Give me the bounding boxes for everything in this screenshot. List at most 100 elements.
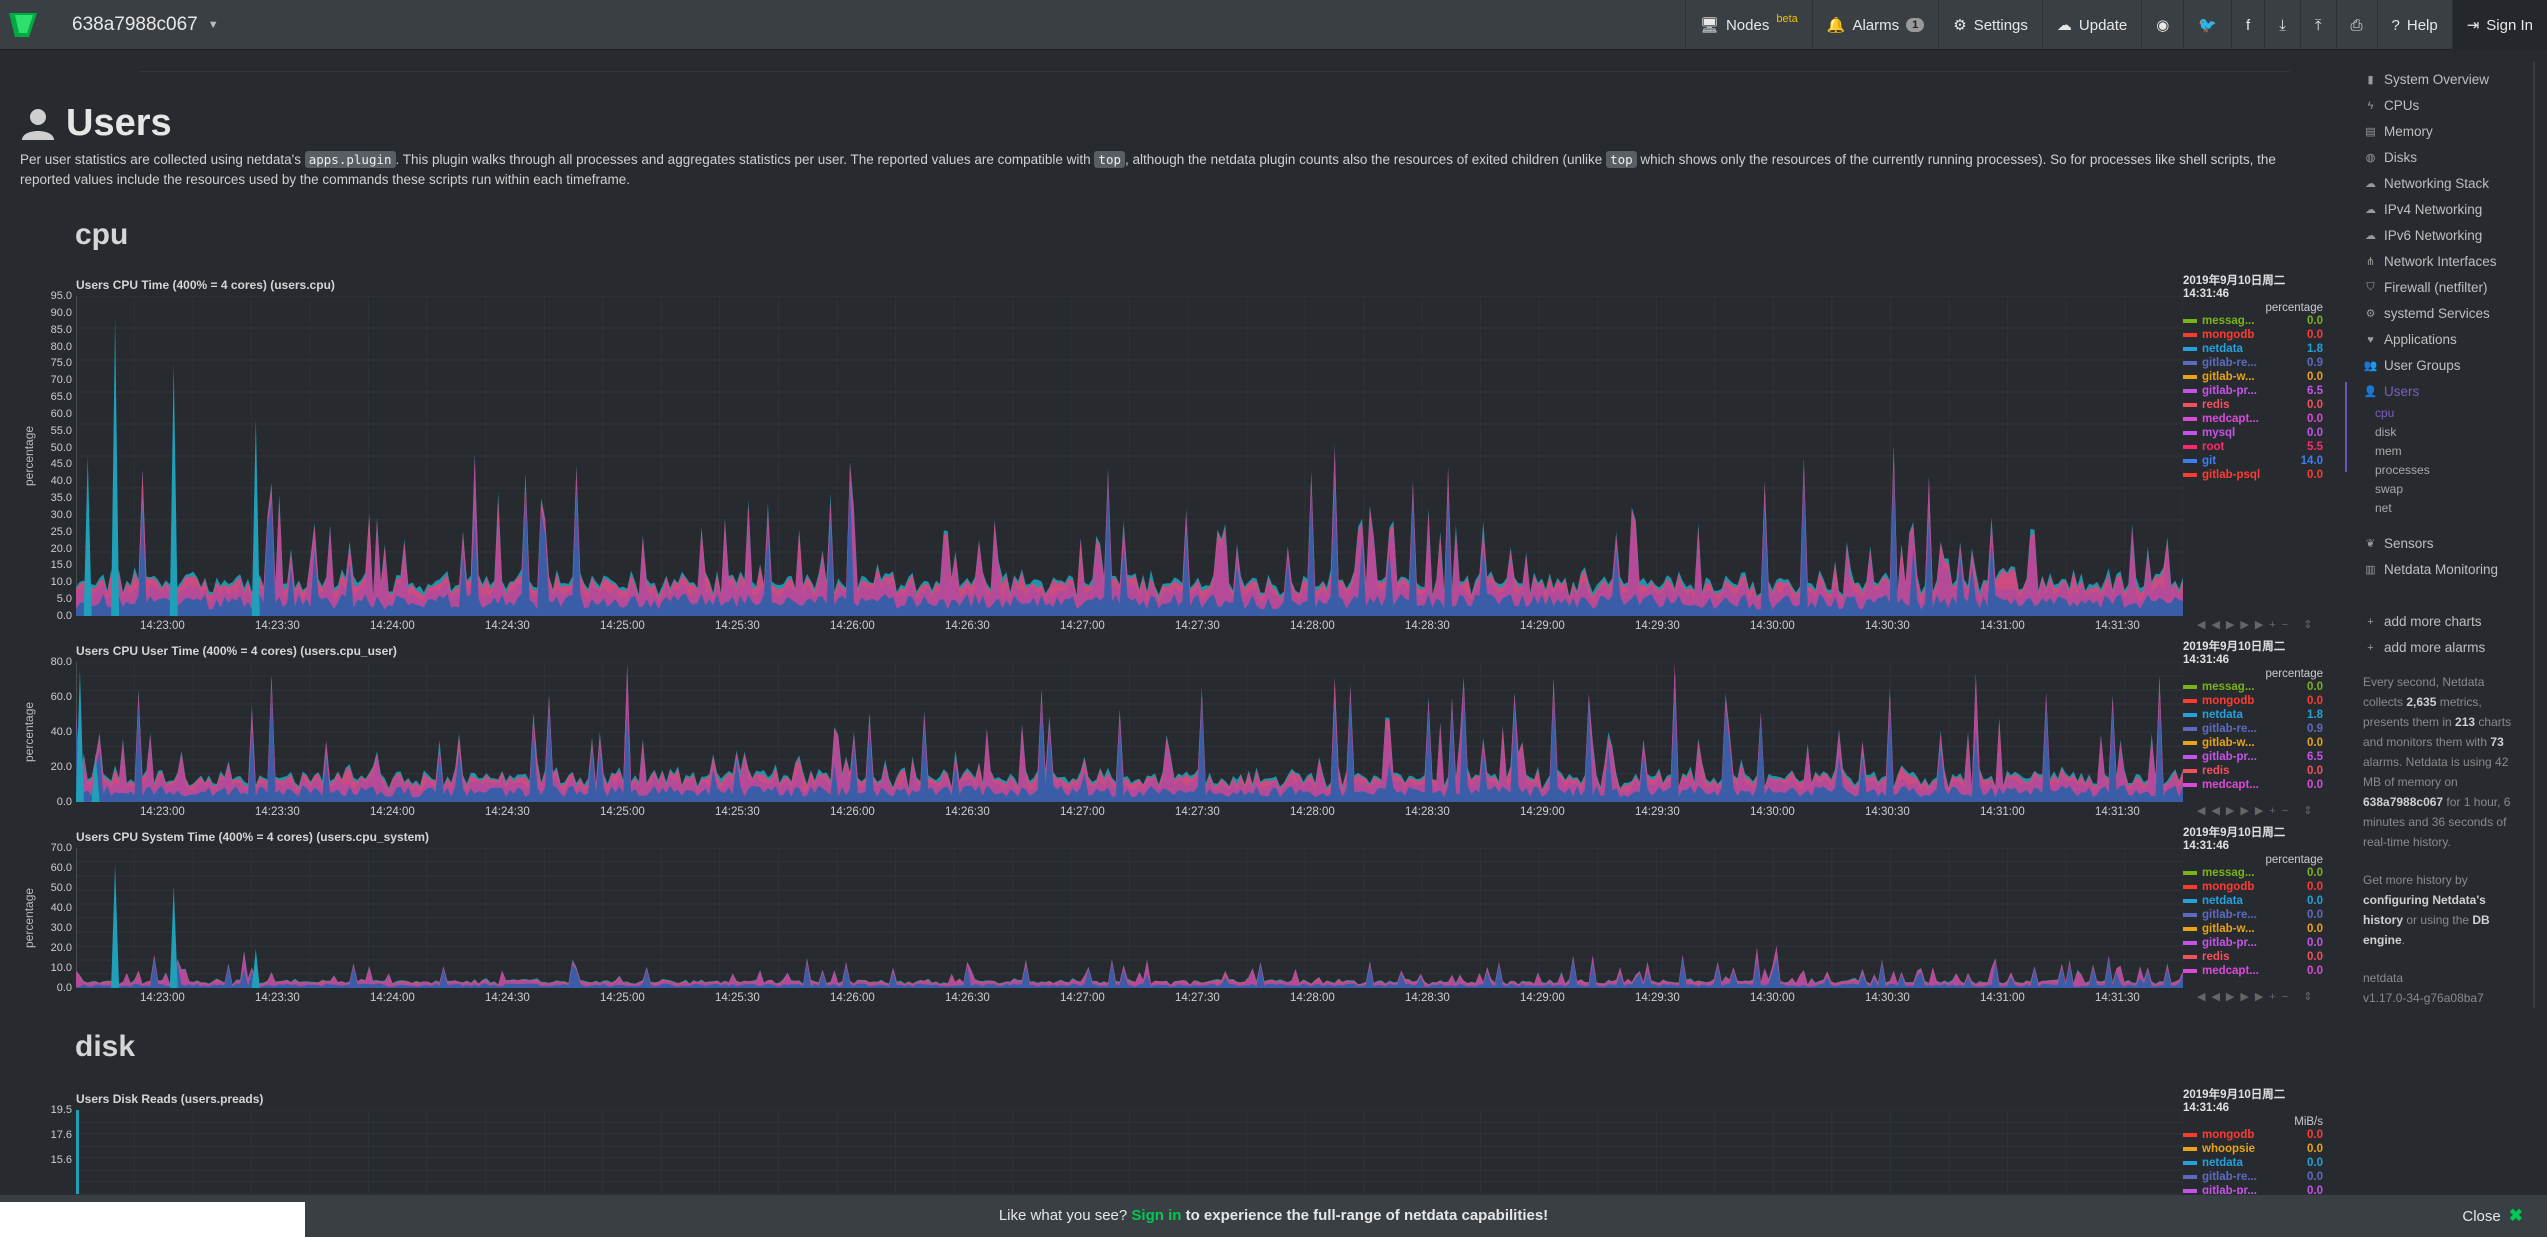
legend-item[interactable]: redis 0.0: [2183, 398, 2323, 412]
legend-item[interactable]: gitlab-pr... 0.0: [2183, 1184, 2323, 1194]
legend-item[interactable]: mongodb 0.0: [2183, 328, 2323, 342]
y-tick-label: 60.0: [50, 407, 72, 420]
sidebar-item-cpus[interactable]: ϟ CPUs: [2365, 98, 2420, 113]
sidebar-item-network-interfaces[interactable]: ⋔ Network Interfaces: [2365, 254, 2497, 269]
legend-item[interactable]: root 5.5: [2183, 440, 2323, 454]
legend-item[interactable]: redis 0.0: [2183, 950, 2323, 964]
chart-plot-area[interactable]: [76, 296, 2183, 616]
legend-date: 2019年9月10日周二: [2183, 1089, 2286, 1101]
legend-item[interactable]: medcapt... 0.0: [2183, 964, 2323, 978]
sidebar-item-firewall-netfilter[interactable]: ⛉ Firewall (netfilter): [2365, 280, 2487, 295]
scrolled-axis-remnant: [140, 50, 2290, 72]
legend-item[interactable]: gitlab-pr... 0.0: [2183, 936, 2323, 950]
banner-signin-link[interactable]: Sign in: [1131, 1207, 1181, 1224]
x-tick-label: 14:31:30: [2095, 992, 2140, 1004]
legend-item[interactable]: redis 0.0: [2183, 764, 2323, 778]
legend-item[interactable]: whoopsie 0.0: [2183, 1142, 2323, 1156]
legend-item[interactable]: messag... 0.0: [2183, 866, 2323, 880]
sidebar-subitem-cpu[interactable]: cpu: [2375, 406, 2394, 420]
sidebar-item-user-groups[interactable]: 👥 User Groups: [2364, 358, 2461, 373]
legend-item[interactable]: mongodb 0.0: [2183, 880, 2323, 894]
legend-item[interactable]: netdata 1.8: [2183, 342, 2323, 356]
legend-item[interactable]: mysql 0.0: [2183, 426, 2323, 440]
signin-button[interactable]: ⇥ Sign In: [2451, 0, 2547, 50]
alarms-button[interactable]: 🔔 Alarms 1: [1811, 0, 1938, 50]
chart-plot-area[interactable]: [76, 848, 2183, 988]
sidebar-item-system-overview[interactable]: ▮ System Overview: [2365, 72, 2489, 87]
legend-item[interactable]: messag... 0.0: [2183, 680, 2323, 694]
x-tick-label: 14:29:00: [1520, 992, 1565, 1004]
host-selector[interactable]: 638a7988c067 ▼: [50, 0, 231, 50]
legend-item[interactable]: gitlab-re... 0.9: [2183, 356, 2323, 370]
banner-close-button[interactable]: Close ✖: [2462, 1206, 2523, 1226]
sidebar-subitem-net[interactable]: net: [2375, 501, 2392, 515]
add-more-alarms-link[interactable]: + add more alarms: [2365, 640, 2485, 655]
y-tick-label: 80.0: [50, 340, 72, 353]
chart[interactable]: Users CPU System Time (400% = 4 cores) (…: [20, 827, 2323, 1018]
chart-toolbox[interactable]: ◀◀▶▶▶+− ⇕: [2197, 990, 2318, 1003]
twitter-button[interactable]: 🐦: [2183, 0, 2231, 50]
legend-item[interactable]: gitlab-w... 0.0: [2183, 736, 2323, 750]
sidebar-item-ipv4-networking[interactable]: ☁ IPv4 Networking: [2365, 202, 2482, 217]
sidebar-item-netdata-monitoring[interactable]: ▥ Netdata Monitoring: [2365, 562, 2498, 577]
help-button[interactable]: ? Help: [2376, 0, 2452, 50]
legend-item[interactable]: gitlab-re... 0.9: [2183, 722, 2323, 736]
sidebar-subitem-mem[interactable]: mem: [2375, 444, 2402, 458]
legend-item[interactable]: gitlab-re... 0.0: [2183, 1170, 2323, 1184]
sidebar-subitem-swap[interactable]: swap: [2375, 482, 2403, 496]
page-title-text: Users: [66, 102, 172, 144]
sidebar-item-memory[interactable]: ▤ Memory: [2365, 124, 2432, 139]
update-button[interactable]: ☁ Update: [2041, 0, 2141, 50]
legend-item[interactable]: netdata 1.8: [2183, 708, 2323, 722]
settings-button[interactable]: ⚙ Settings: [1938, 0, 2042, 50]
x-tick-label: 14:29:30: [1635, 620, 1680, 632]
legend-item[interactable]: gitlab-w... 0.0: [2183, 922, 2323, 936]
legend-name: gitlab-w...: [2202, 371, 2255, 383]
legend-item[interactable]: medcapt... 0.0: [2183, 778, 2323, 792]
chart-toolbox[interactable]: ◀◀▶▶▶+− ⇕: [2197, 804, 2318, 817]
chart-plot-area[interactable]: [76, 1110, 2183, 1194]
legend-item[interactable]: gitlab-pr... 6.5: [2183, 750, 2323, 764]
chart[interactable]: Users Disk Reads (users.preads) 19.5 17.6 1…: [20, 1089, 2323, 1194]
add-more-charts-link[interactable]: + add more charts: [2365, 614, 2481, 629]
sidebar-subitem-disk[interactable]: disk: [2375, 425, 2396, 439]
legend-item[interactable]: messag... 0.0: [2183, 314, 2323, 328]
legend-item[interactable]: gitlab-w... 0.0: [2183, 370, 2323, 384]
sidebar-subitem-processes[interactable]: processes: [2375, 463, 2430, 477]
print-button[interactable]: ⎙: [2335, 0, 2377, 50]
legend-item[interactable]: gitlab-psql 0.0: [2183, 468, 2323, 482]
github-button[interactable]: ◉: [2141, 0, 2183, 50]
nodes-button[interactable]: 🖥 Nodes beta: [1684, 0, 1812, 50]
sidebar-item-networking-stack[interactable]: ☁ Networking Stack: [2365, 176, 2489, 191]
legend-item[interactable]: mongodb 0.0: [2183, 694, 2323, 708]
user-icon: 👤: [2363, 386, 2378, 398]
facebook-button[interactable]: f: [2231, 0, 2264, 50]
legend-name: mongodb: [2202, 1129, 2255, 1141]
download-button[interactable]: ⤓: [2264, 0, 2300, 50]
chart[interactable]: Users CPU User Time (400% = 4 cores) (us…: [20, 641, 2323, 832]
x-tick-label: 14:27:00: [1060, 620, 1105, 632]
legend-item[interactable]: netdata 0.0: [2183, 1156, 2323, 1170]
signin-label: Sign In: [2486, 16, 2533, 34]
legend-item[interactable]: netdata 0.0: [2183, 894, 2323, 908]
sidebar-item-users[interactable]: 👤 Users: [2363, 384, 2420, 399]
chart-toolbox[interactable]: ◀◀▶▶▶+− ⇕: [2197, 618, 2318, 631]
chart[interactable]: Users CPU Time (400% = 4 cores) (users.c…: [20, 275, 2323, 646]
heartbeat-icon: ♥: [2367, 333, 2374, 346]
legend-item[interactable]: medcapt... 0.0: [2183, 412, 2323, 426]
chart-plot-area[interactable]: [76, 662, 2183, 802]
sidebar-scrollbar[interactable]: [2533, 62, 2535, 1008]
legend-item[interactable]: git 14.0: [2183, 454, 2323, 468]
sidebar-item-applications[interactable]: ♥ Applications: [2365, 332, 2457, 347]
sidebar-item-systemd-services[interactable]: ⚙ systemd Services: [2365, 306, 2490, 321]
sidebar-item-disks[interactable]: ◍ Disks: [2365, 150, 2417, 165]
netdata-logo[interactable]: [0, 0, 50, 50]
legend-item[interactable]: gitlab-re... 0.0: [2183, 908, 2323, 922]
sidebar-item-ipv6-networking[interactable]: ☁ IPv6 Networking: [2365, 228, 2482, 243]
legend-item[interactable]: mongodb 0.0: [2183, 1128, 2323, 1142]
signin-icon: ⇥: [2466, 17, 2480, 34]
legend-item[interactable]: gitlab-pr... 6.5: [2183, 384, 2323, 398]
sidebar-item-sensors[interactable]: ❦ Sensors: [2365, 536, 2434, 551]
sidebar-active-indicator: [2345, 382, 2347, 472]
upload-button[interactable]: ⤒: [2299, 0, 2336, 50]
